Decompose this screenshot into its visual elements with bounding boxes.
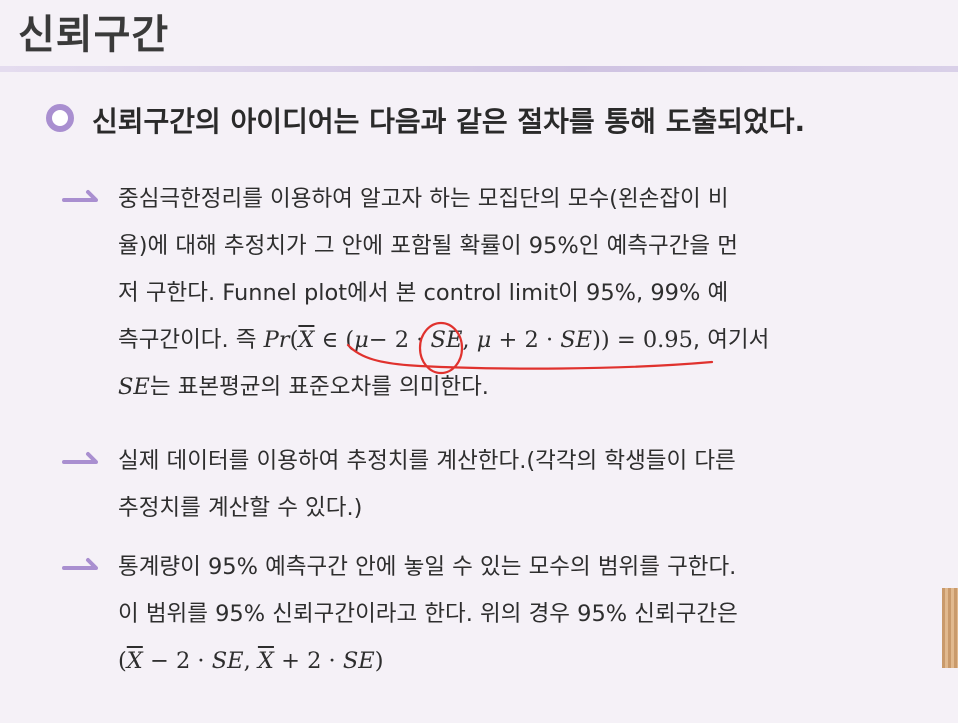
ci-close: ) <box>374 648 384 674</box>
item-1-line-2: 율)에 대해 추정치가 그 안에 포함될 확률이 95%인 예측구간을 먼 <box>118 233 738 259</box>
formula-minus: − 2 · <box>368 327 431 353</box>
item-1-line-1: 중심극한정리를 이용하여 알고자 하는 모집단의 모수(왼손잡이 비 <box>118 186 729 212</box>
formula-comma: , <box>462 327 477 353</box>
item-2-line-1: 실제 데이터를 이용하여 추정치를 계산한다.(각각의 학생들이 다른 <box>118 448 736 474</box>
arrow-bullet-icon <box>62 558 98 570</box>
ci-comma: , <box>243 648 258 674</box>
item-3-line-3: (X − 2 · SE, X + 2 · SE) <box>118 638 928 685</box>
formula-open2: ( <box>345 327 355 353</box>
arrow-bullet-icon <box>62 190 98 202</box>
item-3-text: 통계량이 95% 예측구간 안에 놓일 수 있는 모수의 범위를 구한다. 이 … <box>118 544 928 685</box>
item-1-line-3: 저 구한다. Funnel plot에서 본 control limit이 95… <box>118 280 729 306</box>
item-1-line-4: 측구간이다. 즉 Pr(X ∈ (μ− 2 · SE, μ + 2 · SE))… <box>118 317 928 364</box>
item-3-line-1: 통계량이 95% 예측구간 안에 놓일 수 있는 모수의 범위를 구한다. <box>118 554 737 580</box>
item-1-line-4-suffix: , 여기서 <box>692 327 770 353</box>
side-decoration <box>942 588 958 668</box>
ci-se: SE <box>211 648 244 674</box>
formula-mu: μ <box>354 327 369 353</box>
ci-plus: + 2 · <box>273 648 343 674</box>
se-symbol: SE <box>118 374 150 400</box>
ci-xbar: X <box>126 648 143 674</box>
arrow-bullet-icon <box>62 452 98 464</box>
heading-text: 신뢰구간의 아이디어는 다음과 같은 절차를 통해 도출되었다. <box>92 105 806 138</box>
formula-mu2: μ <box>476 327 492 353</box>
title-divider <box>0 66 958 72</box>
ci-minus: − 2 · <box>142 648 212 674</box>
ci-open: ( <box>118 648 127 674</box>
formula-xbar: X <box>298 327 315 353</box>
formula-se2: SE <box>560 327 593 353</box>
item-1-line-5-rest: 는 표본평균의 표준오차를 의미한다. <box>149 374 489 400</box>
ci-xbar2: X <box>257 648 274 674</box>
circle-bullet-icon <box>46 104 74 132</box>
item-1-line-5: SE는 표본평균의 표준오차를 의미한다. <box>118 364 928 411</box>
ci-se2: SE <box>342 648 375 674</box>
formula-in: ∈ <box>321 327 339 353</box>
formula-se: SE <box>430 327 463 353</box>
formula-plus: + 2 · <box>491 327 561 353</box>
item-2-text: 실제 데이터를 이용하여 추정치를 계산한다.(각각의 학생들이 다른 추정치를… <box>118 438 928 532</box>
formula-close: )) = 0.95 <box>592 327 693 353</box>
slide-title: 신뢰구간 <box>18 12 170 58</box>
formula-pr: Pr <box>263 327 290 353</box>
item-2-line-2: 추정치를 계산할 수 있다.) <box>118 495 363 521</box>
item-3-line-2: 이 범위를 95% 신뢰구간이라고 한다. 위의 경우 95% 신뢰구간은 <box>118 601 738 627</box>
item-1-text: 중심극한정리를 이용하여 알고자 하는 모집단의 모수(왼손잡이 비 율)에 대… <box>118 176 928 411</box>
item-1-line-4-prefix: 측구간이다. 즉 <box>118 327 264 353</box>
